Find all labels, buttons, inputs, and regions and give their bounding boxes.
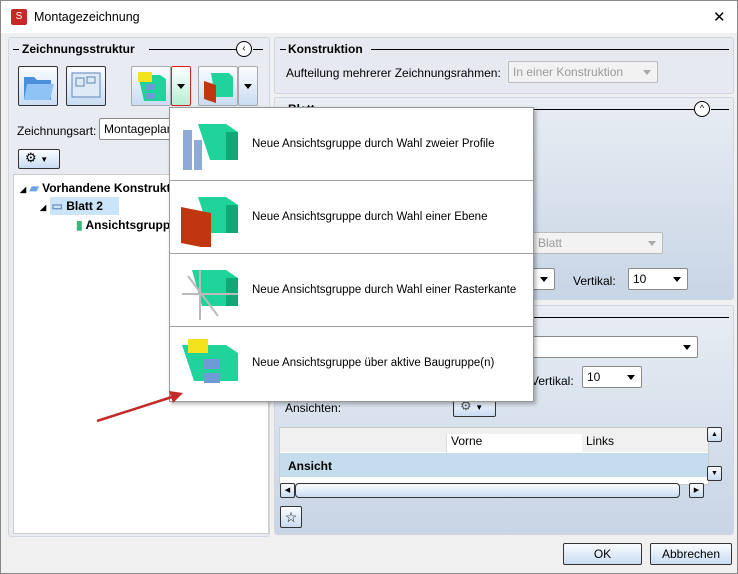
plane-group-dropdown[interactable]	[238, 66, 258, 106]
frame-split-select[interactable]: In einer Konstruktion	[508, 61, 658, 83]
view-group-icon: ▮	[76, 218, 83, 232]
menu-item-grid-edge[interactable]: Neue Ansichtsgruppe durch Wahl einer Ras…	[170, 254, 533, 327]
view-group-menu: Neue Ansichtsgruppe durch Wahl zweier Pr…	[169, 107, 534, 402]
assembly-group-dropdown[interactable]	[171, 66, 191, 106]
scroll-up-button[interactable]: ▲	[707, 427, 722, 442]
scroll-left-button[interactable]: ◀	[280, 483, 295, 498]
tree-node-construction[interactable]: ◢ ▰ Vorhandene Konstruktion	[20, 181, 189, 195]
title-bar: S Montagezeichnung ✕	[1, 1, 737, 33]
vertical-label-2: Vertikal:	[531, 374, 574, 388]
plane-group-icon	[204, 73, 233, 103]
two-profiles-icon	[183, 124, 238, 170]
menu-item-plane[interactable]: Neue Ansichtsgruppe durch Wahl einer Ebe…	[170, 181, 533, 254]
horizontal-scrollbar-thumb[interactable]	[295, 483, 680, 498]
sheet-icon: ▭	[51, 199, 63, 213]
assembly-group-icon	[138, 72, 166, 101]
plane-group-button[interactable]	[198, 66, 238, 106]
tree-node-sheet[interactable]: ◢ ▭ Blatt 2	[40, 197, 119, 215]
construction-panel: Konstruktion Aufteilung mehrerer Zeichnu…	[274, 37, 734, 94]
vertical-label: Vertikal:	[573, 274, 616, 288]
folder-icon: ▰	[29, 181, 39, 195]
vertical-select[interactable]: 10	[628, 268, 688, 290]
construction-title: Konstruktion	[288, 42, 363, 56]
tree-node-view-group[interactable]: ▮ Ansichtsgruppe	[76, 218, 177, 232]
scroll-down-button[interactable]: ▼	[707, 466, 722, 481]
assembly-group-button[interactable]	[131, 66, 171, 106]
scroll-right-button[interactable]: ▶	[689, 483, 704, 498]
views-table: Vorne Links Ansicht	[279, 427, 709, 485]
collapse-icon[interactable]: ‹	[236, 41, 252, 57]
settings-menu-button[interactable]: ⚙ ▼	[18, 149, 60, 169]
cancel-button[interactable]: Abbrechen	[650, 543, 732, 565]
active-assembly-icon	[182, 339, 238, 383]
structure-title: Zeichnungsstruktur	[22, 42, 135, 56]
window-title: Montagezeichnung	[34, 10, 140, 24]
close-button[interactable]: ✕	[713, 8, 726, 26]
column-header-left[interactable]: Links	[582, 434, 614, 448]
app-icon: S	[11, 9, 27, 25]
menu-item-active-assembly[interactable]: Neue Ansichtsgruppe über aktive Baugrupp…	[170, 327, 533, 400]
open-folder-button[interactable]	[18, 66, 58, 106]
menu-item-two-profiles[interactable]: Neue Ansichtsgruppe durch Wahl zweier Pr…	[170, 108, 533, 181]
grid-edge-icon	[182, 270, 238, 320]
frame-split-label: Aufteilung mehrerer Zeichnungsrahmen:	[286, 66, 501, 80]
drawing-type-label: Zeichnungsart:	[17, 124, 97, 138]
sheet-icon	[71, 72, 101, 98]
dialog-window: S Montagezeichnung ✕ Zeichnungsstruktur …	[0, 0, 738, 574]
ok-button[interactable]: OK	[563, 543, 642, 565]
collapse-up-icon[interactable]: ^	[694, 101, 710, 117]
view-mode-select[interactable]: n	[515, 336, 698, 358]
annotation-arrow	[96, 391, 183, 423]
table-group-row[interactable]: Ansicht	[280, 453, 708, 477]
views-label: Ansichten:	[285, 401, 342, 415]
folder-icon	[24, 77, 54, 100]
plane-icon	[181, 197, 238, 247]
vertical-select-2[interactable]: 10	[582, 366, 642, 388]
sheet-button[interactable]	[66, 66, 106, 106]
favorite-button[interactable]: ☆	[280, 506, 302, 528]
